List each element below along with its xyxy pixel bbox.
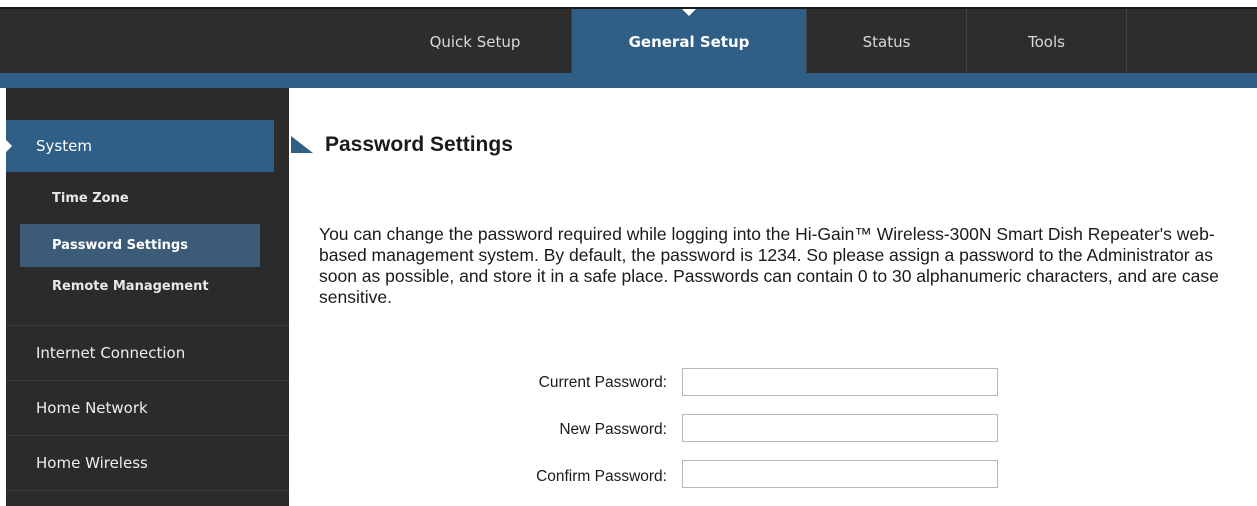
tab-label: General Setup (628, 33, 750, 51)
active-item-indicator-icon (0, 138, 13, 154)
sidebar: System Time Zone Password Settings Remot… (0, 88, 289, 506)
tab-quick-setup[interactable]: Quick Setup (379, 9, 572, 73)
sidebar-item-system[interactable]: System (0, 120, 274, 172)
sidebar-item-label: Remote Management (52, 279, 209, 294)
sidebar-item-home-network[interactable]: Home Network (6, 381, 289, 435)
sidebar-divider (6, 490, 289, 491)
page-description: You can change the password required whi… (319, 224, 1219, 307)
tab-general-setup[interactable]: General Setup (572, 9, 807, 73)
sidebar-item-label: Time Zone (52, 191, 129, 206)
title-marker-icon (291, 136, 313, 153)
sidebar-item-label: System (36, 137, 92, 155)
accent-bar (0, 73, 1257, 88)
sidebar-subitem-password-settings[interactable]: Password Settings (20, 224, 260, 267)
tab-status[interactable]: Status (807, 9, 967, 73)
sidebar-item-label: Internet Connection (36, 344, 186, 362)
sidebar-subitem-time-zone[interactable]: Time Zone (20, 186, 260, 212)
confirm-password-input[interactable] (682, 460, 998, 488)
tab-label: Tools (1028, 33, 1065, 51)
sidebar-item-label: Home Network (36, 399, 148, 417)
tab-label: Quick Setup (429, 33, 521, 51)
tab-label: Status (862, 33, 911, 51)
current-password-label: Current Password: (538, 374, 667, 391)
active-tab-pointer-icon (682, 9, 696, 16)
top-navigation: Quick Setup General Setup Status Tools (0, 7, 1257, 73)
sidebar-subitem-remote-management[interactable]: Remote Management (20, 274, 260, 300)
tab-tools[interactable]: Tools (967, 9, 1127, 73)
sidebar-item-label: Password Settings (52, 238, 188, 253)
new-password-label: New Password: (559, 421, 667, 438)
page-title: Password Settings (325, 133, 513, 156)
confirm-password-label: Confirm Password: (536, 468, 667, 485)
sidebar-item-internet-connection[interactable]: Internet Connection (6, 326, 289, 380)
sidebar-item-label: Home Wireless (36, 454, 148, 472)
new-password-input[interactable] (682, 414, 998, 442)
sidebar-item-home-wireless[interactable]: Home Wireless (6, 436, 289, 490)
current-password-input[interactable] (682, 368, 998, 396)
top-border (0, 0, 1257, 7)
main-content: Password Settings You can change the pas… (289, 88, 1257, 506)
